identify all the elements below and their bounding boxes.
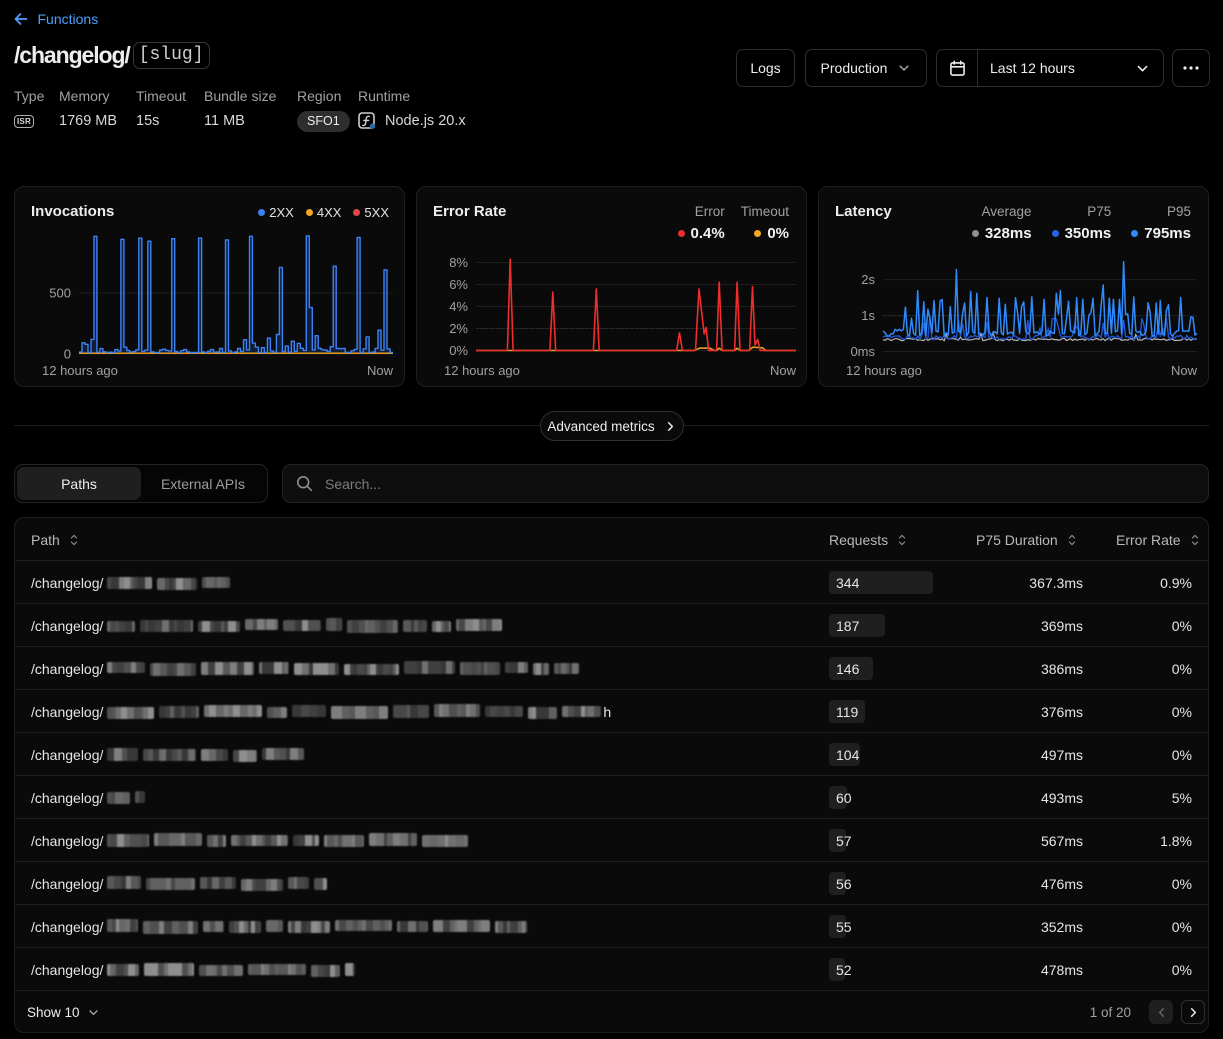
- svg-text:Now: Now: [367, 363, 394, 378]
- svg-text:Now: Now: [770, 363, 797, 378]
- svg-text:4%: 4%: [449, 299, 468, 314]
- svg-text:8%: 8%: [449, 255, 468, 270]
- svg-text:0: 0: [64, 347, 71, 362]
- svg-text:Now: Now: [1171, 363, 1198, 378]
- svg-text:12 hours ago: 12 hours ago: [846, 363, 922, 378]
- svg-text:500: 500: [49, 286, 71, 301]
- svg-text:0ms: 0ms: [850, 344, 875, 359]
- svg-text:12 hours ago: 12 hours ago: [444, 363, 520, 378]
- svg-text:1s: 1s: [861, 308, 875, 323]
- svg-text:2%: 2%: [449, 321, 468, 336]
- svg-text:6%: 6%: [449, 277, 468, 292]
- svg-text:0%: 0%: [449, 343, 468, 358]
- svg-text:2s: 2s: [861, 272, 875, 287]
- svg-text:12 hours ago: 12 hours ago: [42, 363, 118, 378]
